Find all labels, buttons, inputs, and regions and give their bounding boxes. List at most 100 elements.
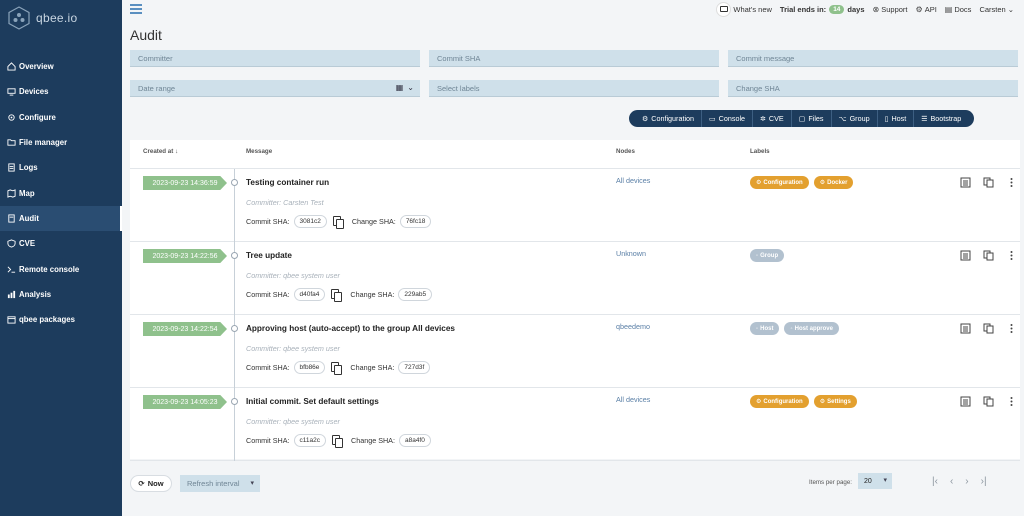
change-sha-pill[interactable]: a8a4f0 [398,434,431,447]
caret-down-icon: ▾ [250,480,254,487]
api-link[interactable]: ⚙ API [916,5,937,14]
logs-icon [6,163,16,173]
select-labels-filter[interactable]: Select labels [429,80,719,97]
trial-days-badge: 14 [829,4,845,14]
view-details-icon[interactable] [960,250,971,261]
copy-config-icon[interactable] [983,323,994,334]
tab-bootstrap[interactable]: ☰ Bootstrap [914,110,968,127]
commit-message: Tree update [246,251,292,260]
committer-text: Committer: qbee system user [246,417,340,426]
commit-sha-pill[interactable]: 3081c2 [293,215,327,228]
nodes-link[interactable]: All devices [616,395,650,404]
copy-config-icon[interactable] [983,177,994,188]
terminal-icon [6,264,16,274]
menu-icon[interactable] [130,4,142,14]
change-sha-filter[interactable]: Change SHA [728,80,1018,97]
refresh-interval-select[interactable]: Refresh interval ▾ [180,475,260,492]
first-page-icon[interactable]: |‹ [932,476,938,487]
commit-sha-pill[interactable]: d40fa4 [293,288,326,301]
label-badge[interactable]: ⚙ Configuration [750,395,809,408]
label-badge[interactable]: ◦ Group [750,249,785,262]
calendar-icon[interactable]: ▦ [396,83,404,92]
trial-info: Trial ends in: 14 days [779,4,865,14]
copy-icon[interactable] [331,362,343,375]
refresh-now-button[interactable]: ⟳ Now [130,475,172,492]
docs-link[interactable]: ▤ Docs [945,5,972,14]
label-icon: ⚙ [756,180,762,186]
sidebar-item-qbee-packages[interactable]: qbee packages [0,307,122,332]
sidebar-item-devices[interactable]: Devices [0,79,122,104]
items-per-page-select[interactable]: 20 ▾ [858,473,892,489]
view-details-icon[interactable] [960,177,971,188]
tab-cve[interactable]: ✲ CVE [753,110,792,127]
sidebar-item-file-manager[interactable]: File manager [0,130,122,155]
bootstrap-icon: ☰ [921,115,928,123]
view-details-icon[interactable] [960,323,971,334]
user-menu[interactable]: Carsten ⌄ [979,5,1014,14]
prev-page-icon[interactable]: ‹ [950,476,953,487]
commit-sha-filter[interactable]: Commit SHA [429,50,719,67]
tab-files[interactable]: ▢ Files [792,110,832,127]
nodes-link[interactable]: All devices [616,176,650,185]
next-page-icon[interactable]: › [965,476,968,487]
copy-icon[interactable] [331,289,343,302]
chevron-down-icon[interactable]: ⌄ [407,83,414,92]
copy-icon[interactable] [332,435,344,448]
sidebar-item-analysis[interactable]: Analysis [0,282,122,307]
view-details-icon[interactable] [960,396,971,407]
label-badge[interactable]: ⚙ Configuration [750,176,809,189]
tab-host[interactable]: ▯ Host [878,110,915,127]
copy-icon[interactable] [332,216,344,229]
change-sha-pill[interactable]: 76fc18 [399,215,432,228]
tab-console[interactable]: ▭ Console [702,110,754,127]
tab-group[interactable]: ⌥ Group [832,110,878,127]
more-vertical-icon[interactable] [1006,177,1017,188]
commit-message: Initial commit. Set default settings [246,397,379,406]
change-sha-pill[interactable]: 229ab5 [398,288,433,301]
sidebar-item-map[interactable]: Map [0,180,122,205]
more-vertical-icon[interactable] [1006,323,1017,334]
change-sha-pill[interactable]: 727d3f [398,361,431,374]
commit-sha-pill[interactable]: c11a2c [293,434,327,447]
more-vertical-icon[interactable] [1006,250,1017,261]
sidebar-item-label: Overview [19,62,54,72]
more-vertical-icon[interactable] [1006,396,1017,407]
brand-logo[interactable]: qbee.io [0,0,122,36]
host-icon: ▯ [884,115,889,123]
page-title: Audit [130,27,162,43]
date-range-filter[interactable]: Date range ▦ ⌄ [130,80,420,97]
label-badge[interactable]: ◦ Host [750,322,780,335]
label-icon: ⚙ [756,399,762,405]
sidebar-item-overview[interactable]: Overview [0,54,122,79]
commit-message-filter[interactable]: Commit message [728,50,1018,67]
files-icon: ▢ [798,115,806,123]
label-badge[interactable]: ⚙ Settings [813,395,857,408]
last-page-icon[interactable]: ›| [981,476,987,487]
sidebar-item-configure[interactable]: Configure [0,105,122,130]
label-badge[interactable]: ◦ Host approve [784,322,839,335]
committer-text: Committer: qbee system user [246,271,340,280]
copy-config-icon[interactable] [983,250,994,261]
sidebar-item-logs[interactable]: Logs [0,155,122,180]
header-created-at[interactable]: Created at ↓ [143,148,178,155]
map-icon [6,188,16,198]
sidebar-item-audit[interactable]: Audit [0,205,122,232]
created-at-tag: 2023-09-23 14:22:54 [143,322,227,336]
sidebar-item-label: qbee packages [19,315,75,325]
sha-line: Commit SHA: c11a2c Change SHA: a8a4f0 [246,434,431,448]
tab-configuration[interactable]: ⚙ Configuration [635,110,703,127]
nodes-link[interactable]: Unknown [616,249,646,258]
sidebar-item-label: Audit [19,213,39,223]
copy-config-icon[interactable] [983,396,994,407]
whats-new-link[interactable]: What's new [716,1,772,17]
group-icon: ⌥ [838,115,847,123]
sidebar-item-remote-console[interactable]: Remote console [0,256,122,281]
commit-sha-pill[interactable]: bfb86e [293,361,326,374]
nodes-link[interactable]: qbeedemo [616,322,650,331]
sidebar-item-cve[interactable]: CVE [0,231,122,256]
created-at-tag: 2023-09-23 14:05:23 [143,395,227,409]
committer-filter[interactable]: Committer [130,50,420,67]
label-badge[interactable]: ⚙ Docker [813,176,854,189]
support-icon: ⊗ [872,4,880,14]
support-link[interactable]: ⊗ Support [873,5,908,14]
